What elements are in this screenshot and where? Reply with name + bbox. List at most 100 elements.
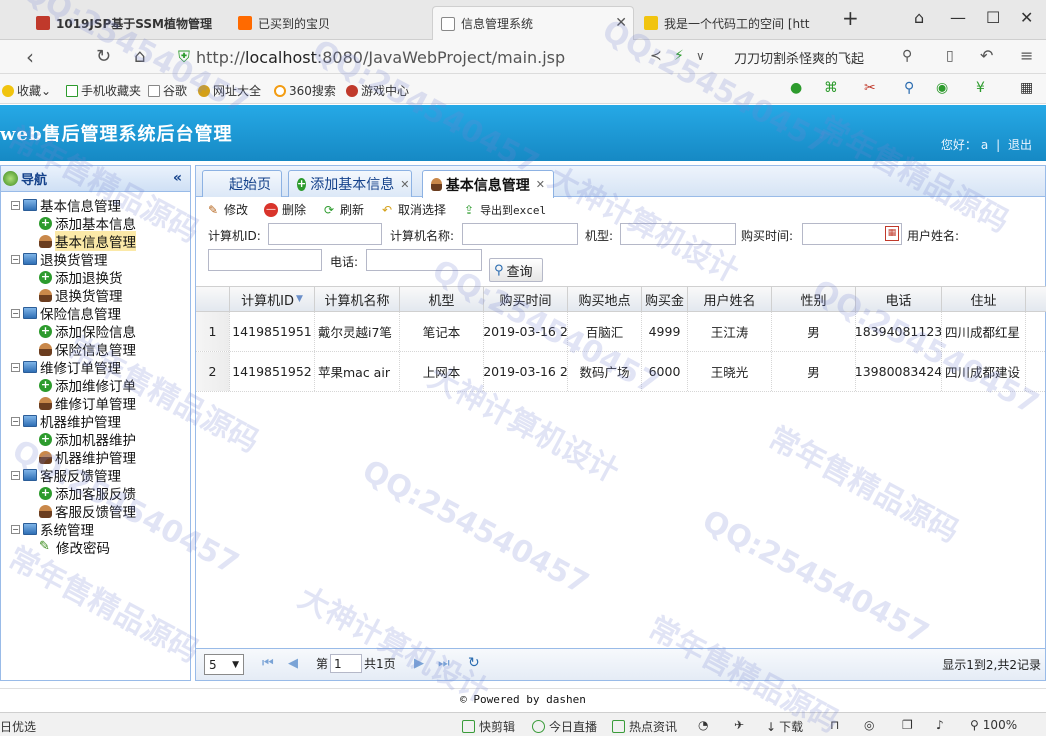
- new-tab-button[interactable]: +: [842, 6, 859, 30]
- nav-item[interactable]: + 添加基本信息: [1, 214, 190, 233]
- tab-basic-info-manage[interactable]: 基本信息管理 ✕: [422, 170, 554, 198]
- undo-icon[interactable]: ↶: [980, 46, 993, 65]
- grid-icon[interactable]: ▦: [1020, 80, 1033, 96]
- column-header[interactable]: 性别: [772, 287, 856, 311]
- nav-group[interactable]: − 维修订单管理: [1, 358, 190, 377]
- status-item[interactable]: ↓ 下载: [766, 718, 803, 735]
- computer-id-input[interactable]: [268, 223, 382, 245]
- phone-icon[interactable]: ▯: [946, 48, 954, 64]
- table-row[interactable]: 2 1419851952 苹果mac air 上网本 2019-03-16 2 数码广场 6…: [196, 352, 1046, 392]
- nav-item[interactable]: + 添加退换货: [1, 268, 190, 287]
- pin-icon[interactable]: ✈: [734, 718, 744, 732]
- nav-group[interactable]: − 系统管理: [1, 520, 190, 539]
- close-window-icon[interactable]: ✕: [1020, 8, 1033, 27]
- collapse-toggle-icon[interactable]: −: [11, 200, 20, 210]
- extension-icon[interactable]: ●: [790, 80, 802, 96]
- bookmark-360[interactable]: 360搜索: [274, 82, 336, 99]
- column-header[interactable]: 计算机名称: [315, 287, 400, 311]
- share-icon[interactable]: ≺: [650, 48, 662, 64]
- browser-icon[interactable]: ◎: [864, 718, 874, 732]
- collapse-toggle-icon[interactable]: −: [11, 524, 20, 534]
- zoom-control[interactable]: ⚲ 100%: [970, 718, 1017, 732]
- refresh-button[interactable]: ⟳ 刷新: [322, 201, 364, 218]
- export-excel-button[interactable]: ⇪ 导出到excel: [462, 202, 546, 218]
- column-header[interactable]: 用户姓名: [688, 287, 772, 311]
- nav-group[interactable]: − 退换货管理: [1, 250, 190, 269]
- minimize-icon[interactable]: —: [950, 8, 966, 27]
- deselect-button[interactable]: ↶ 取消选择: [380, 201, 446, 218]
- browser-tab[interactable]: 我是一个代码工的空间 [htt: [636, 6, 836, 40]
- volume-icon[interactable]: ♪: [936, 718, 944, 732]
- nav-group[interactable]: − 客服反馈管理: [1, 466, 190, 485]
- status-item[interactable]: 热点资讯: [612, 718, 677, 735]
- bookmark-favorites[interactable]: 收藏 ⌄: [2, 82, 51, 99]
- user-name-input[interactable]: [208, 249, 322, 271]
- yen-icon[interactable]: ¥: [976, 80, 985, 96]
- calendar-icon[interactable]: ▦: [885, 226, 899, 241]
- collapse-toggle-icon[interactable]: −: [11, 470, 20, 480]
- nav-item[interactable]: + 添加机器维护: [1, 430, 190, 449]
- prev-page-icon[interactable]: ◀: [288, 656, 298, 671]
- computer-name-input[interactable]: [462, 223, 578, 245]
- next-page-icon[interactable]: ▶: [414, 656, 424, 671]
- collapse-toggle-icon[interactable]: −: [11, 362, 20, 372]
- url-field[interactable]: ⛨ http://localhost:8080/JavaWebProject/m…: [178, 45, 718, 69]
- lightning-icon[interactable]: ⚡: [674, 48, 684, 64]
- column-header[interactable]: 购买金: [642, 287, 688, 311]
- bookmark-sites[interactable]: 网址大全: [198, 82, 261, 99]
- back-icon[interactable]: ‹: [26, 45, 34, 69]
- browser-tab-active[interactable]: 信息管理系统 ✕: [432, 6, 634, 40]
- browser-tab[interactable]: 1019JSP基于SSM植物管理: [28, 6, 228, 40]
- status-item[interactable]: 快剪辑: [462, 718, 515, 735]
- bookmark-games[interactable]: 游戏中心: [346, 82, 409, 99]
- edit-button[interactable]: ✎ 修改: [206, 201, 248, 218]
- reload-icon[interactable]: ↻: [96, 46, 111, 67]
- reload-icon[interactable]: ↻: [468, 655, 480, 671]
- tab-add-basic-info[interactable]: + 添加基本信息 ✕: [288, 170, 412, 197]
- tab-home[interactable]: 起始页: [202, 170, 282, 197]
- first-page-icon[interactable]: ⏮: [262, 656, 274, 671]
- nav-group[interactable]: − 基本信息管理: [1, 196, 190, 215]
- column-header[interactable]: 计算机ID ▼: [230, 287, 315, 311]
- nav-item[interactable]: + 添加客服反馈: [1, 484, 190, 503]
- gamepad-icon[interactable]: ◉: [936, 80, 948, 96]
- column-header[interactable]: 住址: [942, 287, 1026, 311]
- nav-item[interactable]: 保险信息管理: [1, 340, 190, 359]
- nav-item[interactable]: + 添加维修订单: [1, 376, 190, 395]
- speed-icon[interactable]: ◔: [698, 718, 708, 732]
- scissors-icon[interactable]: ✂: [864, 80, 876, 96]
- browser-tab[interactable]: 已买到的宝贝: [230, 6, 430, 40]
- column-header[interactable]: 购买地点: [568, 287, 642, 311]
- page-number-input[interactable]: 1: [330, 654, 363, 673]
- column-header[interactable]: 电话: [856, 287, 942, 311]
- collapse-toggle-icon[interactable]: −: [11, 254, 20, 264]
- home-icon[interactable]: ⌂: [134, 46, 145, 67]
- column-header[interactable]: 机型: [400, 287, 484, 311]
- model-input[interactable]: [620, 223, 736, 245]
- purchase-time-input[interactable]: ▦: [802, 223, 902, 245]
- nav-item[interactable]: 机器维护管理: [1, 448, 190, 467]
- collapse-icon[interactable]: «: [173, 170, 182, 186]
- menu-icon[interactable]: ≡: [1020, 46, 1033, 65]
- search-input[interactable]: 刀刀切割杀怪爽的飞起: [734, 45, 922, 69]
- phone-input[interactable]: [366, 249, 482, 271]
- window-icon[interactable]: ❐: [902, 718, 913, 732]
- close-icon[interactable]: ✕: [536, 178, 545, 191]
- collapse-toggle-icon[interactable]: −: [11, 308, 20, 318]
- nav-item[interactable]: 客服反馈管理: [1, 502, 190, 521]
- column-header[interactable]: 购买时间: [484, 287, 568, 311]
- bookmark-mobile[interactable]: 手机收藏夹: [66, 82, 141, 99]
- chevron-down-icon[interactable]: ∨: [696, 49, 705, 63]
- nav-item[interactable]: + 添加保险信息: [1, 322, 190, 341]
- status-item[interactable]: 今日直播: [532, 718, 597, 735]
- magnifier-icon[interactable]: ⚲: [904, 80, 914, 96]
- nav-group[interactable]: − 机器维护管理: [1, 412, 190, 431]
- translate-icon[interactable]: ⌘: [824, 80, 838, 96]
- search-icon[interactable]: ⚲: [902, 48, 912, 64]
- nav-item[interactable]: 基本信息管理: [1, 231, 190, 251]
- last-page-icon[interactable]: ⏭: [438, 656, 450, 671]
- table-row[interactable]: 1 1419851951 戴尔灵越i7笔 笔记本 2019-03-16 2 百脑汇 4999…: [196, 312, 1046, 352]
- page-size-select[interactable]: 5 ▼: [204, 654, 244, 675]
- collapse-toggle-icon[interactable]: −: [11, 416, 20, 426]
- shirt-icon[interactable]: ⌂: [914, 8, 924, 27]
